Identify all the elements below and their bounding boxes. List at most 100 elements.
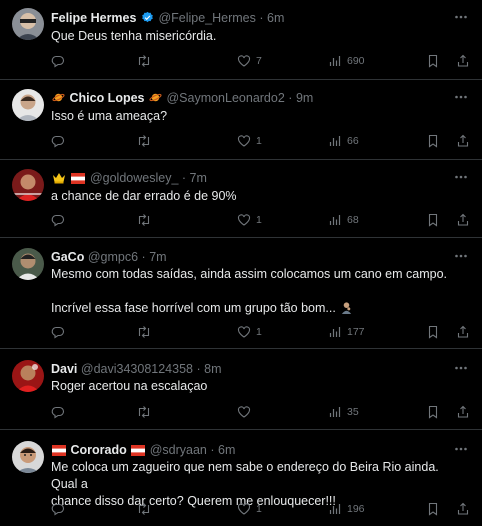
handle[interactable]: @sdryaan	[150, 443, 207, 457]
like-button[interactable]	[237, 404, 256, 420]
like-button[interactable]: 7	[237, 53, 262, 69]
avatar[interactable]	[12, 169, 44, 201]
display-name[interactable]: GaCo	[51, 250, 84, 264]
timestamp[interactable]: 7m	[190, 171, 207, 185]
share-icon	[457, 54, 469, 67]
timestamp[interactable]: 7m	[149, 250, 166, 264]
share-button[interactable]	[456, 133, 470, 149]
views-button[interactable]: 68	[328, 212, 359, 228]
retweet-icon	[138, 214, 150, 226]
avatar[interactable]	[12, 8, 44, 40]
more-icon[interactable]	[454, 10, 468, 24]
like-button[interactable]: 1	[237, 324, 262, 340]
display-name[interactable]: Chico Lopes	[69, 91, 144, 105]
bookmark-icon	[428, 54, 438, 68]
bookmark-button[interactable]	[426, 53, 440, 69]
like-count: 1	[256, 135, 262, 147]
display-name[interactable]: Felipe Hermes	[51, 11, 136, 25]
tweet[interactable]: GaCo @gmpc6 · 7m Mesmo com todas saídas,…	[0, 238, 482, 349]
display-name[interactable]: Davi	[51, 362, 77, 376]
reply-button[interactable]	[51, 501, 65, 517]
handle[interactable]: @goldowesley_	[90, 171, 178, 185]
reply-icon	[51, 214, 65, 227]
reply-icon	[51, 406, 65, 419]
views-button[interactable]: 177	[328, 324, 365, 340]
more-icon[interactable]	[454, 170, 468, 184]
tweet-header: Chico Lopes @SaymonLeonardo2 · 9m	[51, 90, 442, 106]
bookmark-icon	[428, 134, 438, 148]
bookmark-button[interactable]	[426, 133, 440, 149]
like-count: 1	[256, 326, 262, 338]
tweet-text-line: Que Deus tenha misericórdia.	[51, 29, 217, 43]
more-icon[interactable]	[454, 361, 468, 375]
like-button[interactable]: 1	[237, 501, 262, 517]
like-count: 7	[256, 55, 262, 67]
share-button[interactable]	[456, 404, 470, 420]
reply-button[interactable]	[51, 53, 65, 69]
retweet-icon	[138, 135, 150, 147]
tweet-text-line: Me coloca um zagueiro que nem sabe o end…	[51, 460, 439, 491]
like-button[interactable]: 1	[237, 212, 262, 228]
timestamp[interactable]: 6m	[267, 11, 284, 25]
retweet-button[interactable]	[136, 133, 152, 149]
avatar[interactable]	[12, 89, 44, 121]
share-icon	[457, 213, 469, 226]
share-button[interactable]	[456, 501, 470, 517]
more-icon[interactable]	[454, 90, 468, 104]
bookmark-button[interactable]	[426, 324, 440, 340]
reply-button[interactable]	[51, 404, 65, 420]
retweet-button[interactable]	[136, 404, 152, 420]
separator: ·	[141, 250, 146, 264]
tweet-text-line-content: Incrível essa fase horrível com um grupo…	[51, 301, 336, 315]
timestamp[interactable]: 9m	[296, 91, 313, 105]
action-bar: 7 690	[51, 53, 472, 69]
tweet[interactable]: Davi @davi34308124358 · 8m Roger acertou…	[0, 349, 482, 430]
reply-button[interactable]	[51, 212, 65, 228]
bookmark-button[interactable]	[426, 404, 440, 420]
views-button[interactable]: 35	[328, 404, 359, 420]
heart-icon	[237, 135, 251, 147]
retweet-button[interactable]	[136, 53, 152, 69]
views-icon	[329, 215, 341, 225]
views-button[interactable]: 66	[328, 133, 359, 149]
share-button[interactable]	[456, 324, 470, 340]
separator: ·	[196, 362, 201, 376]
tweet[interactable]: Felipe Hermes @Felipe_Hermes · 6m Que De…	[0, 0, 482, 80]
share-button[interactable]	[456, 212, 470, 228]
timestamp[interactable]: 8m	[204, 362, 221, 376]
share-button[interactable]	[456, 53, 470, 69]
reply-icon	[51, 503, 65, 516]
retweet-button[interactable]	[136, 212, 152, 228]
separator: ·	[259, 11, 264, 25]
avatar[interactable]	[12, 248, 44, 280]
display-name[interactable]: Cororado	[70, 443, 126, 457]
reply-button[interactable]	[51, 324, 65, 340]
more-icon[interactable]	[454, 249, 468, 263]
avatar[interactable]	[12, 441, 44, 473]
tweet[interactable]: Chico Lopes @SaymonLeonardo2 · 9m Isso é…	[0, 80, 482, 160]
more-icon[interactable]	[454, 442, 468, 456]
like-count: 1	[256, 503, 262, 515]
verified-badge-icon	[141, 11, 154, 26]
retweet-button[interactable]	[136, 501, 152, 517]
view-count: 35	[347, 406, 359, 418]
views-button[interactable]: 196	[328, 501, 365, 517]
handle[interactable]: @Felipe_Hermes	[158, 11, 255, 25]
handle[interactable]: @SaymonLeonardo2	[166, 91, 284, 105]
handle[interactable]: @gmpc6	[88, 250, 138, 264]
bookmark-button[interactable]	[426, 501, 440, 517]
bookmark-icon	[428, 502, 438, 516]
heart-icon	[237, 55, 251, 67]
tweet[interactable]: @goldowesley_ · 7m a chance de dar errad…	[0, 160, 482, 238]
reply-button[interactable]	[51, 133, 65, 149]
retweet-button[interactable]	[136, 324, 152, 340]
tweet[interactable]: Cororado @sdryaan · 6m Me coloca um zagu…	[0, 430, 482, 526]
view-count: 690	[347, 55, 365, 67]
avatar[interactable]	[12, 360, 44, 392]
flag-icon	[131, 444, 146, 458]
bookmark-button[interactable]	[426, 212, 440, 228]
timestamp[interactable]: 6m	[218, 443, 235, 457]
like-button[interactable]: 1	[237, 133, 262, 149]
views-button[interactable]: 690	[328, 53, 365, 69]
handle[interactable]: @davi34308124358	[81, 362, 193, 376]
